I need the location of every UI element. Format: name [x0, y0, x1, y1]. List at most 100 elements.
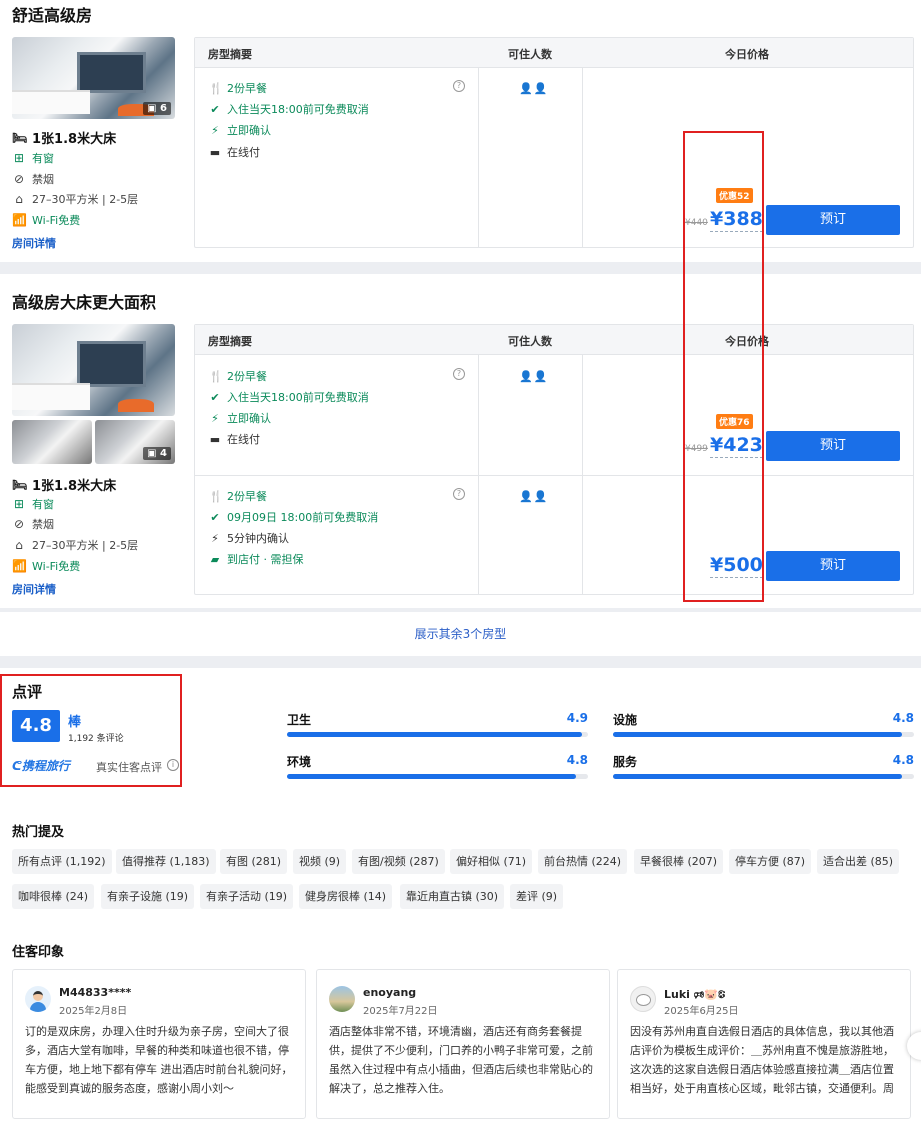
wifi-info: 📶 Wi-Fi免费 — [12, 213, 81, 227]
category-bar — [613, 732, 914, 737]
reviewer-name: M44833**** — [59, 986, 132, 999]
review-tag[interactable]: 停车方便 (87) — [729, 849, 812, 874]
room-thumb[interactable]: ▣ 4 — [95, 420, 175, 464]
score-word: 棒 — [68, 715, 82, 730]
review-tag[interactable]: 咖啡很棒 (24) — [12, 884, 95, 909]
room-detail-link[interactable]: 房间详情 — [12, 581, 56, 597]
table-header: 房型摘要 可住人数 今日价格 — [195, 325, 913, 355]
review-tag[interactable]: 前台热情 (224) — [538, 849, 628, 874]
room-thumb[interactable] — [12, 420, 92, 464]
show-more-section: 展示其余3个房型 — [0, 612, 921, 656]
review-count[interactable]: 1,192 条评论 — [68, 731, 124, 744]
check-circle-icon: ✔ — [210, 510, 220, 524]
cutlery-icon: 🍴 — [209, 81, 223, 95]
payment-policy: ▰ 到店付 · 需担保 — [210, 552, 304, 567]
header-summary: 房型摘要 — [208, 48, 252, 61]
category-label: 环境 — [287, 755, 312, 769]
room-section-2: 高级房大床更大面积 ▣ 4 🛏 1张1.8米大床 ⊞ 有窗 ⊘ 禁烟 ⌂ 27–30平方… — [0, 274, 921, 608]
image-icon: ▣ — [147, 448, 161, 459]
guest-icons: 👤👤 — [519, 490, 549, 503]
review-tag[interactable]: 值得推荐 (1,183) — [116, 849, 216, 874]
category-bar — [613, 774, 914, 779]
review-tag[interactable]: 偏好相似 (71) — [450, 849, 533, 874]
no-smoking-icon: ⊘ — [13, 517, 25, 531]
room-title: 舒适高级房 — [12, 6, 93, 25]
avatar — [630, 986, 656, 1012]
category-label: 卫生 — [287, 713, 312, 727]
cancel-policy[interactable]: ✔ 09月09日 18:00前可免费取消 — [209, 509, 378, 525]
offer-table: 房型摘要 可住人数 今日价格 🍴 2份早餐 ✔ 入住当天18:00前可免费取消 ⚡ 立… — [194, 324, 914, 595]
category-label: 服务 — [613, 755, 638, 769]
review-text: 酒店整体非常不错，环境清幽，酒店还有商务套餐提供，提供了不少便利，门口养的小鸭子… — [329, 1025, 593, 1095]
category-bar-fill — [287, 732, 582, 737]
confirm-policy: ⚡ 立即确认 — [209, 122, 271, 138]
room-photo[interactable]: ▣ 6 — [12, 37, 175, 119]
help-icon[interactable]: ? — [453, 488, 465, 500]
review-date: 2025年2月8日 — [59, 1006, 128, 1017]
wifi-icon: 📶 — [12, 559, 27, 573]
breakfast-policy: 🍴 2份早餐 — [209, 489, 267, 504]
area-info: ⌂ 27–30平方米 | 2-5层 — [12, 191, 138, 207]
payment-policy: ▬ 在线付 — [209, 432, 260, 447]
real-review-label: 真实住客点评 — [96, 761, 162, 774]
help-icon[interactable]: ? — [453, 368, 465, 380]
avatar — [329, 986, 355, 1012]
lightning-icon: ⚡ — [211, 531, 219, 545]
avatar — [25, 986, 51, 1012]
header-guests: 可住人数 — [508, 335, 552, 348]
bed-icon: 🛏 — [12, 477, 28, 492]
image-icon: ▣ — [147, 103, 161, 114]
review-tag[interactable]: 所有点评 (1,192) — [12, 849, 112, 874]
wifi-icon: 📶 — [12, 213, 27, 227]
review-card[interactable]: Luki 🕫🐷🕃 2025年6月25日 因没有苏州甪直自选假日酒店的具体信息，我… — [617, 969, 911, 1119]
offer-table: 房型摘要 可住人数 今日价格 🍴 2份早餐 ✔ 入住当天18:00前可免费取消 ⚡ 立… — [194, 37, 914, 248]
price-highlight-box — [683, 131, 764, 602]
review-tag[interactable]: 有图/视频 (287) — [352, 849, 445, 874]
breakfast-policy: 🍴 2份早餐 — [209, 81, 267, 96]
guest-icons: 👤👤 — [519, 370, 549, 383]
smoking-info: ⊘ 禁烟 — [13, 172, 54, 186]
review-tag[interactable]: 有亲子活动 (19) — [200, 884, 294, 909]
category-score: 4.8 — [892, 753, 914, 767]
review-tag[interactable]: 健身房很棒 (14) — [299, 884, 393, 909]
category-score: 4.8 — [566, 753, 588, 767]
room-section-1: 舒适高级房 ▣ 6 🛏 1张1.8米大床 ⊞ 有窗 ⊘ 禁烟 ⌂ 27–30平方米 | … — [0, 0, 921, 262]
image-count-badge: ▣ 6 — [143, 102, 171, 115]
review-card[interactable]: enoyang 2025年7月22日 酒店整体非常不错，环境清幽，酒店还有商务套… — [316, 969, 610, 1119]
room-detail-link[interactable]: 房间详情 — [12, 235, 56, 251]
review-tag[interactable]: 差评 (9) — [510, 884, 564, 909]
cancel-policy[interactable]: ✔ 入住当天18:00前可免费取消 — [209, 389, 368, 405]
book-button[interactable]: 预订 — [766, 551, 900, 581]
reviews-title: 点评 — [12, 683, 43, 701]
review-tag[interactable]: 早餐很棒 (207) — [634, 849, 724, 874]
review-date: 2025年7月22日 — [363, 1006, 438, 1017]
no-smoking-icon: ⊘ — [13, 172, 25, 186]
review-tag[interactable]: 视频 (9) — [293, 849, 347, 874]
category-bar-fill — [613, 774, 902, 779]
category-bar-fill — [287, 774, 576, 779]
card-icon: ▬ — [209, 432, 221, 446]
review-tag[interactable]: 靠近甪直古镇 (30) — [400, 884, 505, 909]
book-button[interactable]: 预订 — [766, 431, 900, 461]
wifi-info: 📶 Wi-Fi免费 — [12, 559, 81, 573]
confirm-policy: ⚡ 5分钟内确认 — [209, 530, 289, 546]
show-more-rooms-link[interactable]: 展示其余3个房型 — [0, 625, 921, 642]
bed-info: 🛏 1张1.8米大床 — [12, 130, 117, 148]
area-icon: ⌂ — [15, 538, 23, 552]
overall-score: 4.8 — [12, 710, 60, 742]
ctrip-mark-icon: ᕦ — [12, 759, 22, 773]
help-icon[interactable]: ? — [453, 80, 465, 92]
room-photo[interactable] — [12, 324, 175, 416]
review-tag[interactable]: 有亲子设施 (19) — [101, 884, 195, 909]
payment-policy: ▬ 在线付 — [209, 145, 260, 160]
book-button[interactable]: 预订 — [766, 205, 900, 235]
cancel-policy[interactable]: ✔ 入住当天18:00前可免费取消 — [209, 101, 368, 117]
info-icon[interactable]: i — [167, 759, 179, 771]
header-price: 今日价格 — [725, 48, 769, 61]
header-guests: 可住人数 — [508, 48, 552, 61]
review-card[interactable]: M44833**** 2025年2月8日 订的是双床房，办理入住时升级为亲子房，… — [12, 969, 306, 1119]
review-tag[interactable]: 有图 (281) — [220, 849, 288, 874]
room-title: 高级房大床更大面积 — [12, 293, 157, 312]
category-label: 设施 — [613, 713, 638, 727]
review-tag[interactable]: 适合出差 (85) — [817, 849, 900, 874]
